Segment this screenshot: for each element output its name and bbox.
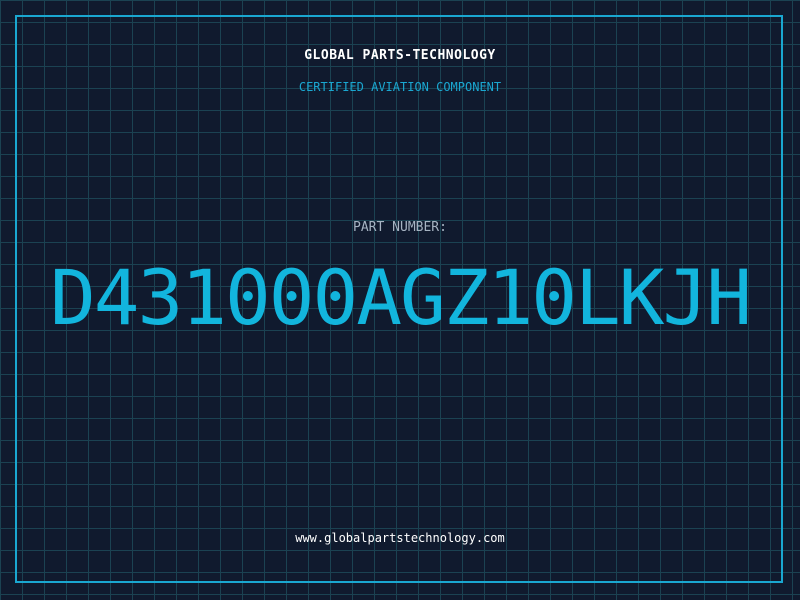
company-name: GLOBAL PARTS-TECHNOLOGY xyxy=(304,48,496,63)
certification-subtitle: CERTIFIED AVIATION COMPONENT xyxy=(298,80,502,94)
part-number-label: PART NUMBER: xyxy=(353,220,447,235)
website-url: www.globalpartstechnology.com xyxy=(295,531,505,545)
part-number-value: D431000AGZ10LKJH xyxy=(49,253,752,342)
